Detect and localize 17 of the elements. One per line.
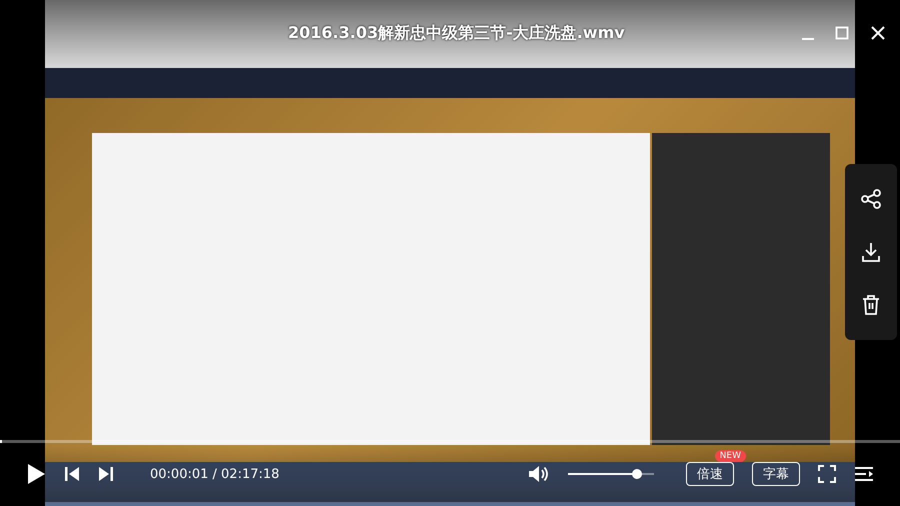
maximize-button[interactable] bbox=[834, 25, 850, 41]
playback-time: 00:00:01 / 02:17:18 bbox=[150, 466, 280, 482]
minimize-icon bbox=[802, 38, 814, 40]
download-button[interactable] bbox=[860, 240, 882, 263]
close-button[interactable] bbox=[870, 25, 886, 41]
next-button[interactable] bbox=[98, 466, 114, 482]
subtitle-button[interactable]: 字幕 bbox=[752, 462, 800, 486]
new-badge: NEW bbox=[714, 450, 746, 462]
previous-button[interactable] bbox=[64, 466, 80, 482]
video-title: 2016.3.03解新忠中级第三节-大庄洗盘.wmv bbox=[288, 22, 625, 44]
progress-track[interactable] bbox=[0, 440, 900, 443]
playlist-button[interactable] bbox=[854, 466, 874, 482]
delete-button[interactable] bbox=[860, 294, 882, 316]
volume-button[interactable] bbox=[528, 464, 550, 484]
share-button[interactable] bbox=[860, 188, 882, 210]
fullscreen-button[interactable] bbox=[818, 465, 836, 483]
play-button[interactable] bbox=[26, 463, 46, 485]
